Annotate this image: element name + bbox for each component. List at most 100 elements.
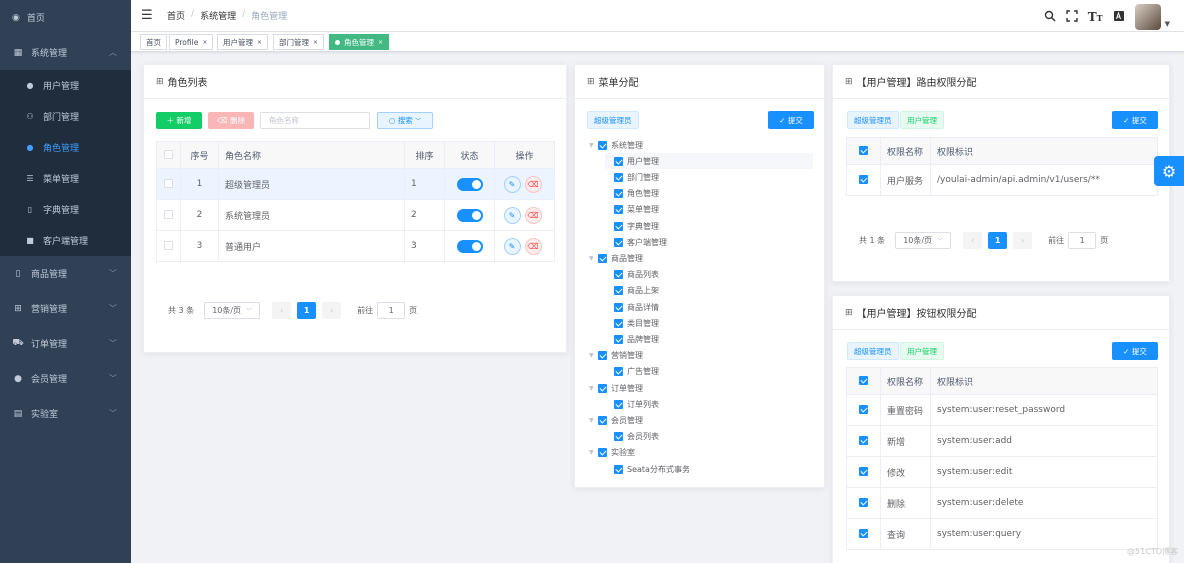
tree-checkbox[interactable] — [614, 270, 623, 280]
hamburger-icon[interactable]: ☰ — [141, 8, 155, 23]
goto-input[interactable]: 1 — [377, 302, 406, 319]
tree-checkbox[interactable] — [614, 221, 623, 231]
tree-checkbox[interactable] — [614, 432, 623, 442]
status-toggle[interactable] — [456, 208, 483, 222]
submit-button[interactable]: ✓ 提交 — [768, 111, 814, 129]
tree-node-child[interactable]: 字典管理 — [605, 218, 659, 234]
row-checkbox[interactable] — [164, 179, 173, 188]
caret-down-icon[interactable]: ▼ — [589, 255, 598, 262]
avatar[interactable] — [1134, 4, 1161, 30]
caret-down-icon[interactable]: ▼ — [589, 449, 598, 456]
tree-checkbox[interactable] — [598, 415, 607, 425]
sidebar-item-depts[interactable]: ⚇ 部门管理 — [0, 101, 131, 132]
sidebar-group-goods[interactable]: ▯ 商品管理 ﹀ — [0, 256, 131, 291]
breadcrumb-system[interactable]: 系统管理 — [200, 9, 236, 22]
sidebar-item-home[interactable]: ◉ 首页 — [0, 0, 131, 35]
row-checkbox[interactable] — [859, 498, 868, 507]
table-row[interactable]: 3 普通用户 3 ✎ ⌫ — [156, 230, 555, 262]
tree-checkbox[interactable] — [598, 448, 607, 458]
table-row[interactable]: 重置密码 system:user:reset_password — [846, 394, 1158, 426]
tree-node-child[interactable]: 角色管理 — [605, 186, 659, 202]
prev-page-button[interactable]: ‹ — [272, 302, 292, 319]
close-icon[interactable]: × — [313, 39, 318, 46]
delete-row-button[interactable]: ⌫ — [524, 237, 542, 255]
breadcrumb-home[interactable]: 首页 — [167, 9, 185, 22]
submit-button[interactable]: ✓ 提交 — [1112, 111, 1158, 129]
role-name-input[interactable]: 角色名称 — [260, 112, 370, 129]
language-icon[interactable] — [1113, 10, 1125, 25]
caret-down-icon[interactable]: ▼ — [589, 352, 598, 359]
row-checkbox[interactable] — [859, 467, 868, 476]
tree-node-parent[interactable]: ▼ 实验室 — [589, 445, 635, 461]
tree-checkbox[interactable] — [598, 253, 607, 263]
tree-checkbox[interactable] — [614, 464, 623, 474]
search-icon[interactable] — [1044, 10, 1056, 25]
tree-node-child[interactable]: 商品上架 — [605, 283, 659, 299]
tree-node-child[interactable]: Seata分布式事务 — [605, 461, 690, 477]
sidebar-group-marketing[interactable]: ⊞ 营销管理 ﹀ — [0, 291, 131, 326]
sidebar-group-system[interactable]: ▦ 系统管理 ︿ — [0, 35, 131, 70]
caret-down-icon[interactable]: ▼ — [589, 142, 598, 149]
edit-button[interactable]: ✎ — [503, 237, 521, 255]
table-row[interactable]: 删除 system:user:delete — [846, 487, 1158, 519]
page-number[interactable]: 1 — [297, 302, 317, 319]
tag-depts[interactable]: 部门管理 × — [273, 34, 325, 50]
table-row[interactable]: 查询 system:user:query — [846, 518, 1158, 550]
tree-checkbox[interactable] — [614, 172, 623, 182]
edit-button[interactable]: ✎ — [503, 206, 521, 224]
close-icon[interactable]: × — [378, 39, 383, 46]
tree-node-child[interactable]: 商品详情 — [605, 299, 659, 315]
tree-checkbox[interactable] — [614, 205, 623, 215]
row-checkbox[interactable] — [164, 210, 173, 219]
tree-node-parent[interactable]: ▼ 系统管理 — [589, 137, 643, 153]
caret-down-icon[interactable]: ▼ — [589, 385, 598, 392]
tree-node-child[interactable]: 用户管理 — [605, 153, 813, 170]
tag-home[interactable]: 首页 — [140, 34, 167, 50]
tree-checkbox[interactable] — [614, 302, 623, 312]
select-all-checkbox[interactable] — [859, 376, 868, 385]
tree-node-child[interactable]: 类目管理 — [605, 315, 659, 331]
tag-roles[interactable]: 角色管理 × — [329, 34, 390, 50]
delete-button[interactable]: ⌫ 删除 — [208, 112, 254, 129]
tag-profile[interactable]: Profile × — [169, 34, 214, 50]
tree-node-child[interactable]: 商品列表 — [605, 267, 659, 283]
tree-node-parent[interactable]: ▼ 营销管理 — [589, 348, 643, 364]
row-checkbox[interactable] — [859, 175, 868, 184]
page-number[interactable]: 1 — [988, 232, 1008, 249]
tag-users[interactable]: 用户管理 × — [217, 34, 269, 50]
table-row[interactable]: 用户服务 /youlai-admin/api.admin/v1/users/** — [846, 164, 1158, 196]
add-button[interactable]: ＋ 新增 — [156, 112, 202, 129]
tree-node-child[interactable]: 品牌管理 — [605, 331, 659, 347]
tree-checkbox[interactable] — [614, 399, 623, 409]
table-row[interactable]: 修改 system:user:edit — [846, 456, 1158, 488]
close-icon[interactable]: × — [202, 39, 207, 46]
tree-checkbox[interactable] — [614, 237, 623, 247]
font-size-icon[interactable]: TT — [1088, 10, 1103, 24]
table-row[interactable]: 1 超级管理员 1 ✎ ⌫ — [156, 168, 555, 200]
table-row[interactable]: 新增 system:user:add — [846, 425, 1158, 457]
tree-node-child[interactable]: 部门管理 — [605, 169, 659, 185]
tree-node-child[interactable]: 会员列表 — [605, 429, 659, 445]
tree-node-child[interactable]: 广告管理 — [605, 364, 659, 380]
select-all-checkbox[interactable] — [164, 150, 173, 159]
search-button[interactable]: ○ 搜索 ﹀ — [377, 112, 433, 129]
sidebar-item-menus[interactable]: ☰ 菜单管理 — [0, 163, 131, 194]
tree-checkbox[interactable] — [614, 286, 623, 296]
prev-page-button[interactable]: ‹ — [963, 232, 983, 249]
sidebar-group-members[interactable]: ● 会员管理 ﹀ — [0, 361, 131, 396]
fullscreen-icon[interactable] — [1066, 9, 1078, 25]
tree-node-parent[interactable]: ▼ 订单管理 — [589, 380, 643, 396]
tree-node-child[interactable]: 客户端管理 — [605, 234, 667, 250]
sidebar-item-roles[interactable]: ● 角色管理 — [0, 132, 131, 163]
tree-checkbox[interactable] — [598, 351, 607, 361]
sidebar-item-clients[interactable]: ■ 客户端管理 — [0, 225, 131, 256]
close-icon[interactable]: × — [257, 39, 262, 46]
sidebar-group-orders[interactable]: ⛟ 订单管理 ﹀ — [0, 326, 131, 361]
tree-node-parent[interactable]: ▼ 商品管理 — [589, 250, 643, 266]
caret-down-icon[interactable]: ▼ — [589, 417, 598, 424]
status-toggle[interactable] — [456, 239, 483, 253]
tree-checkbox[interactable] — [598, 383, 607, 393]
tree-checkbox[interactable] — [614, 334, 623, 344]
row-checkbox[interactable] — [859, 436, 868, 445]
status-toggle[interactable] — [456, 177, 483, 191]
